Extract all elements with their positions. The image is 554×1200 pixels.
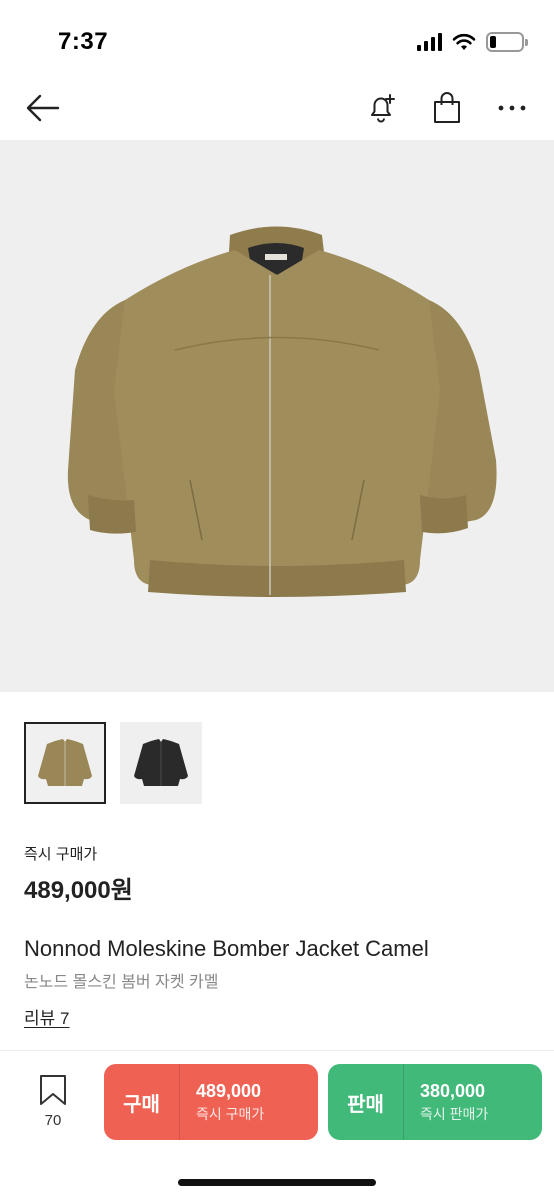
shopping-bag-icon	[434, 92, 460, 123]
thumbnail-black[interactable]	[120, 722, 202, 804]
wishlist-count: 70	[44, 1112, 62, 1129]
jacket-black-thumbnail	[134, 739, 188, 786]
back-button[interactable]	[20, 86, 64, 130]
top-nav-bar	[0, 80, 554, 138]
battery-icon	[486, 32, 528, 52]
product-title-korean: 논노드 몰스킨 봄버 자켓 카멜	[24, 974, 219, 991]
sell-button[interactable]: 판매 380,000 즉시 판매가	[328, 1064, 542, 1140]
shopping-bag-button[interactable]	[425, 86, 469, 130]
more-horizontal-icon	[498, 105, 526, 111]
bookmark-icon	[40, 1075, 66, 1105]
buy-button[interactable]: 구매 489,000 즉시 구매가	[104, 1064, 318, 1140]
status-icons	[417, 32, 528, 52]
product-main-image[interactable]	[0, 140, 554, 692]
status-time: 7:37	[58, 28, 109, 55]
battery-level	[490, 36, 496, 48]
buy-price: 489,000	[196, 1080, 262, 1101]
sell-button-title: 판매	[328, 1064, 404, 1140]
buy-price-label: 즉시 구매가	[196, 1105, 265, 1122]
review-link[interactable]: 리뷰 7	[24, 1004, 69, 1029]
thumbnail-camel[interactable]	[24, 722, 106, 804]
thumbnail-strip	[24, 722, 202, 804]
status-bar: 7:37	[0, 0, 554, 80]
jacket-camel-thumbnail	[38, 739, 92, 786]
instant-buy-price: 489,000원	[24, 877, 133, 904]
buy-button-title: 구매	[104, 1064, 180, 1140]
buy-button-info: 489,000 즉시 구매가	[180, 1064, 318, 1140]
home-indicator	[178, 1179, 376, 1186]
bell-plus-icon	[371, 94, 395, 123]
price-alert-button[interactable]	[360, 86, 404, 130]
sell-button-info: 380,000 즉시 판매가	[404, 1064, 542, 1140]
bottom-action-bar: 70 구매 489,000 즉시 구매가 판매 380,000 즉시 판매가	[0, 1051, 554, 1200]
product-title: Nonnod Moleskine Bomber Jacket Camel	[24, 936, 429, 961]
cellular-signal-icon	[417, 33, 442, 51]
sell-price: 380,000	[420, 1080, 486, 1101]
more-button[interactable]	[490, 86, 534, 130]
jacket-camel-image	[67, 226, 497, 597]
sell-price-label: 즉시 판매가	[420, 1105, 489, 1122]
wifi-icon	[452, 33, 476, 50]
wishlist-button[interactable]: 70	[32, 1073, 74, 1129]
arrow-left-icon	[26, 94, 60, 122]
instant-buy-price-label: 즉시 구매가	[24, 846, 98, 863]
